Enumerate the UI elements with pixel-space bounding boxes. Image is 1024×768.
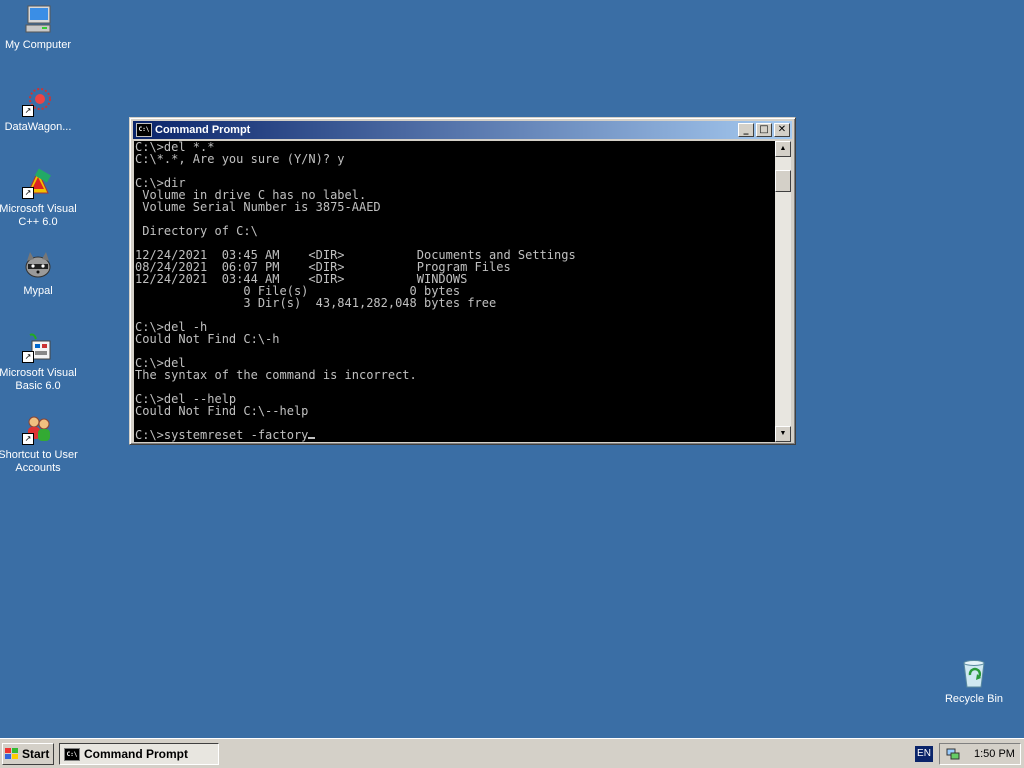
console-line: 3 Dir(s) 43,841,282,048 bytes free [135, 296, 497, 310]
desktop-icon-label: Recycle Bin [944, 693, 1004, 705]
console-line: Could Not Find C:\--help [135, 404, 309, 418]
user-accounts-icon: ↗ [22, 413, 54, 445]
start-button[interactable]: Start [2, 743, 54, 765]
system-tray: 1:50 PM [939, 743, 1021, 765]
console-app-icon: C:\ [64, 747, 80, 761]
desktop-icon-datawagon[interactable]: ↗ DataWagon... [0, 85, 78, 134]
taskbar-button-label: Command Prompt [84, 747, 189, 761]
console-app-icon: C:\ [136, 123, 152, 137]
console-line: Directory of C:\ [135, 224, 258, 238]
desktop-icon-mypal[interactable]: Mypal [0, 249, 78, 298]
maximize-button[interactable]: □ [756, 123, 772, 137]
window-title: Command Prompt [155, 124, 251, 136]
desktop-icon-visual-cpp[interactable]: ↗ Microsoft Visual C++ 6.0 [0, 167, 78, 229]
desktop-icon-user-accounts[interactable]: ↗ Shortcut to User Accounts [0, 413, 78, 475]
console-line: C:\*.*, Are you sure (Y/N)? y [135, 152, 345, 166]
console-input-text: C:\>systemreset -factory [135, 428, 309, 442]
desktop-icon-label: Microsoft Visual C++ 6.0 [0, 203, 77, 228]
mypal-raccoon-icon [22, 249, 54, 281]
taskbar-button-command-prompt[interactable]: C:\ Command Prompt [59, 743, 219, 765]
desktop-icon-label: Mypal [23, 285, 53, 297]
desktop-icon-label: My Computer [4, 39, 72, 51]
desktop-icon-label: Shortcut to User Accounts [0, 449, 78, 474]
start-label: Start [22, 747, 50, 761]
scroll-down-button[interactable]: ▼ [775, 426, 791, 442]
shortcut-arrow-icon: ↗ [22, 351, 34, 363]
shortcut-arrow-icon: ↗ [22, 105, 34, 117]
desktop-icon-my-computer[interactable]: My Computer [0, 3, 78, 52]
close-button[interactable]: ✕ [774, 123, 790, 137]
scroll-thumb[interactable] [775, 170, 791, 192]
taskbar: Start C:\ Command Prompt EN 1:50 PM [0, 738, 1024, 768]
text-cursor [308, 437, 316, 439]
desktop-icon-label: Microsoft Visual Basic 6.0 [0, 367, 77, 392]
datawagon-icon: ↗ [22, 85, 54, 117]
my-computer-icon [22, 3, 54, 35]
desktop-icon-visual-basic[interactable]: ↗ Microsoft Visual Basic 6.0 [0, 331, 78, 393]
language-indicator[interactable]: EN [915, 746, 933, 762]
console-line: The syntax of the command is incorrect. [135, 368, 417, 382]
window-titlebar[interactable]: C:\ Command Prompt _ □ ✕ [133, 121, 792, 139]
visual-basic-icon: ↗ [22, 331, 54, 363]
recycle-bin-icon [958, 657, 990, 689]
minimize-button[interactable]: _ [738, 123, 754, 137]
desktop-icon-label: DataWagon... [4, 121, 72, 133]
console-output[interactable]: C:\>del *.* C:\*.*, Are you sure (Y/N)? y… [134, 141, 775, 442]
console-lines: C:\>del *.* C:\*.*, Are you sure (Y/N)? y… [134, 141, 775, 429]
network-icon[interactable] [946, 748, 960, 760]
shortcut-arrow-icon: ↗ [22, 187, 34, 199]
vertical-scrollbar[interactable]: ▲ ▼ [775, 141, 791, 442]
command-prompt-window[interactable]: C:\ Command Prompt _ □ ✕ C:\>del *.* C:\*… [129, 117, 796, 445]
console-line: Could Not Find C:\-h [135, 332, 280, 346]
clock[interactable]: 1:50 PM [974, 748, 1015, 760]
console-line: Volume Serial Number is 3875-AAED [135, 200, 381, 214]
console-input-line[interactable]: C:\>systemreset -factory [134, 429, 775, 441]
scroll-up-button[interactable]: ▲ [775, 141, 791, 157]
desktop-icon-recycle-bin[interactable]: Recycle Bin [934, 657, 1014, 706]
visual-cpp-icon: ↗ [22, 167, 54, 199]
windows-logo-icon [5, 748, 19, 760]
shortcut-arrow-icon: ↗ [22, 433, 34, 445]
